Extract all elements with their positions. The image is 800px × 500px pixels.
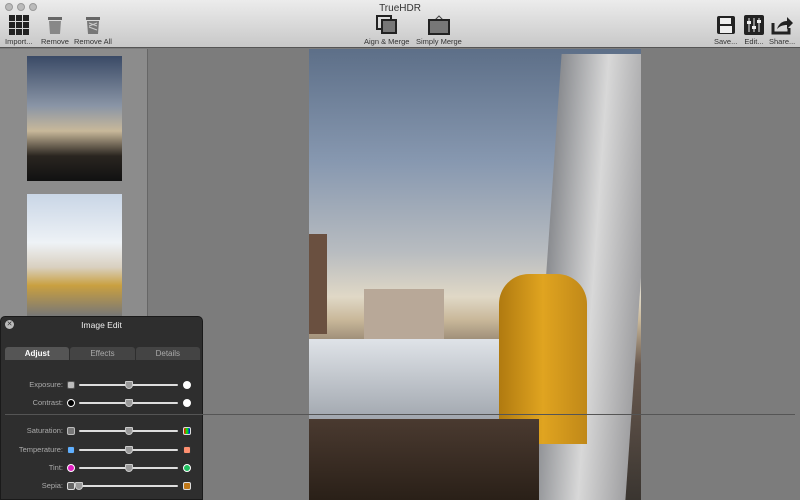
floppy-disk-icon (715, 15, 737, 35)
remove-button[interactable]: Remove (41, 15, 69, 46)
simply-merge-label: Simply Merge (416, 37, 462, 46)
sliders-icon (743, 15, 765, 35)
share-button[interactable]: Share... (769, 15, 795, 46)
tab-details[interactable]: Details (135, 347, 200, 360)
saturation-min-icon (67, 427, 75, 435)
tab-adjust[interactable]: Adjust (5, 347, 70, 360)
align-merge-button[interactable]: Aign & Merge (364, 15, 409, 46)
panel-title: Image Edit (81, 320, 122, 330)
exposure-label: Exposure: (29, 380, 63, 389)
stacked-frames-icon (375, 15, 398, 35)
simply-merge-button[interactable]: Simply Merge (416, 15, 462, 46)
building-base (309, 419, 539, 500)
share-label: Share... (769, 37, 796, 46)
temperature-label: Temperature: (18, 445, 63, 454)
edit-button[interactable]: Edit... (743, 15, 765, 46)
import-button[interactable]: Import... (5, 15, 33, 46)
saturation-label: Saturation: (26, 426, 63, 435)
align-merge-label: Aign & Merge (364, 37, 410, 46)
thumbnail-dark-exposure[interactable] (27, 56, 122, 181)
exposure-max-icon (183, 381, 191, 389)
thumbnail-bright-exposure[interactable] (27, 194, 122, 316)
contrast-label: Contrast: (32, 398, 63, 407)
panel-divider (5, 414, 795, 415)
trash-icon (44, 15, 66, 35)
temperature-slider-row: Temperature: (0, 444, 203, 456)
share-arrow-icon (771, 15, 794, 35)
save-button[interactable]: Save... (714, 15, 737, 46)
saturation-slider-thumb[interactable] (124, 427, 133, 435)
contrast-slider[interactable] (79, 399, 178, 407)
contrast-max-icon (183, 399, 191, 407)
remove-all-label: Remove All (74, 37, 112, 46)
left-tower (309, 234, 327, 334)
saturation-slider[interactable] (79, 427, 178, 435)
temperature-max-icon (183, 446, 191, 454)
saturation-max-icon (183, 427, 191, 435)
close-panel-icon[interactable]: ✕ (5, 320, 14, 329)
tab-effects[interactable]: Effects (70, 347, 135, 360)
window-title: TrueHDR (379, 3, 421, 14)
exposure-slider-row: Exposure: (0, 379, 203, 391)
contrast-min-icon (67, 399, 75, 407)
sepia-slider[interactable] (75, 482, 178, 490)
sepia-min-icon (67, 482, 75, 490)
sepia-slider-thumb[interactable] (75, 482, 83, 490)
tint-slider-row: Tint: (0, 462, 203, 474)
temperature-slider-thumb[interactable] (124, 446, 133, 454)
picture-frame-icon (427, 15, 450, 35)
sepia-slider-row: Sepia: (0, 480, 203, 492)
remove-label: Remove (41, 37, 69, 46)
temperature-min-icon (67, 446, 75, 454)
tint-slider-thumb[interactable] (124, 464, 133, 472)
sepia-max-icon (183, 482, 191, 490)
grid-icon (8, 15, 30, 35)
exposure-slider[interactable] (79, 381, 178, 389)
contrast-slider-thumb[interactable] (124, 399, 133, 407)
sepia-label: Sepia: (41, 481, 63, 490)
exposure-slider-thumb[interactable] (124, 381, 133, 389)
saturation-slider-row: Saturation: (0, 425, 203, 437)
temperature-slider[interactable] (79, 446, 178, 454)
import-label: Import... (5, 37, 33, 46)
tint-min-icon (67, 464, 75, 472)
trash-full-icon (82, 15, 104, 35)
remove-all-button[interactable]: Remove All (74, 15, 112, 46)
metal-roof (309, 339, 499, 429)
contrast-slider-row: Contrast: (0, 397, 203, 409)
tint-max-icon (183, 464, 191, 472)
tint-label: Tint: (48, 463, 63, 472)
save-label: Save... (714, 37, 738, 46)
edit-label: Edit... (744, 37, 764, 46)
toolbar: TrueHDR Import... Remove Remove All Aign… (0, 0, 800, 48)
tint-slider[interactable] (79, 464, 178, 472)
exposure-min-icon (67, 381, 75, 389)
hdr-preview-image (309, 49, 641, 500)
